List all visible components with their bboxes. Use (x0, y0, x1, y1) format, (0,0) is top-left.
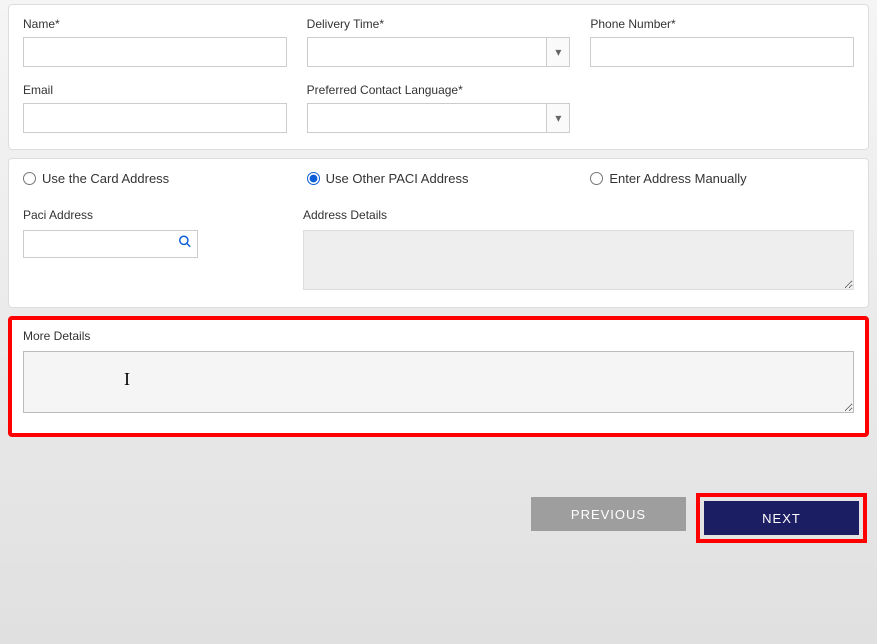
email-input[interactable] (23, 103, 287, 133)
address-radio-row: Use the Card Address Use Other PACI Addr… (23, 171, 854, 186)
radio-paci-address-label: Use Other PACI Address (326, 171, 469, 186)
radio-manual-address-input[interactable] (590, 172, 603, 185)
paci-address-label: Paci Address (23, 208, 93, 222)
next-button-highlight: NEXT (700, 497, 863, 539)
paci-address-input[interactable] (23, 230, 198, 258)
language-label: Preferred Contact Language* (307, 83, 571, 97)
radio-card-address-label: Use the Card Address (42, 171, 169, 186)
delivery-time-dropdown-button[interactable]: ▾ (546, 37, 570, 67)
delivery-time-field: Delivery Time* ▾ (307, 17, 571, 67)
email-label: Email (23, 83, 287, 97)
phone-input[interactable] (590, 37, 854, 67)
next-button[interactable]: NEXT (704, 501, 859, 535)
name-input[interactable] (23, 37, 287, 67)
radio-manual-address[interactable]: Enter Address Manually (590, 171, 854, 186)
contact-panel: Name* Delivery Time* ▾ Phone Number* Ema… (8, 4, 869, 150)
more-details-textarea[interactable] (23, 351, 854, 413)
name-field: Name* (23, 17, 287, 67)
footer-bar: PREVIOUS NEXT (0, 477, 877, 539)
next-button-label: NEXT (762, 511, 801, 526)
phone-label: Phone Number* (590, 17, 854, 31)
delivery-time-input[interactable] (307, 37, 547, 67)
delivery-time-select[interactable]: ▾ (307, 37, 571, 67)
radio-card-address[interactable]: Use the Card Address (23, 171, 287, 186)
address-details-field: Address Details (303, 206, 854, 295)
previous-button-label: PREVIOUS (571, 507, 646, 522)
previous-button[interactable]: PREVIOUS (531, 497, 686, 531)
chevron-down-icon: ▾ (555, 45, 561, 59)
search-icon[interactable] (178, 235, 192, 254)
name-label: Name* (23, 17, 287, 31)
radio-card-address-input[interactable] (23, 172, 36, 185)
language-input[interactable] (307, 103, 547, 133)
email-field: Email (23, 83, 287, 133)
spacer-field (590, 83, 854, 133)
language-field: Preferred Contact Language* ▾ (307, 83, 571, 133)
radio-manual-address-label: Enter Address Manually (609, 171, 746, 186)
more-details-label: More Details (23, 329, 90, 343)
phone-field: Phone Number* (590, 17, 854, 67)
language-dropdown-button[interactable]: ▾ (546, 103, 570, 133)
radio-paci-address-input[interactable] (307, 172, 320, 185)
address-panel: Use the Card Address Use Other PACI Addr… (8, 158, 869, 308)
contact-row-2: Email Preferred Contact Language* ▾ (23, 83, 854, 133)
address-details-label: Address Details (303, 208, 387, 222)
delivery-time-label: Delivery Time* (307, 17, 571, 31)
paci-search-wrap (23, 230, 198, 258)
radio-paci-address[interactable]: Use Other PACI Address (307, 171, 571, 186)
address-details-row: Paci Address Address Details (23, 206, 854, 295)
address-details-textarea[interactable] (303, 230, 854, 290)
contact-row-1: Name* Delivery Time* ▾ Phone Number* (23, 17, 854, 67)
paci-address-field: Paci Address (23, 206, 283, 295)
more-details-panel: More Details I (8, 316, 869, 437)
chevron-down-icon: ▾ (555, 111, 561, 125)
language-select[interactable]: ▾ (307, 103, 571, 133)
